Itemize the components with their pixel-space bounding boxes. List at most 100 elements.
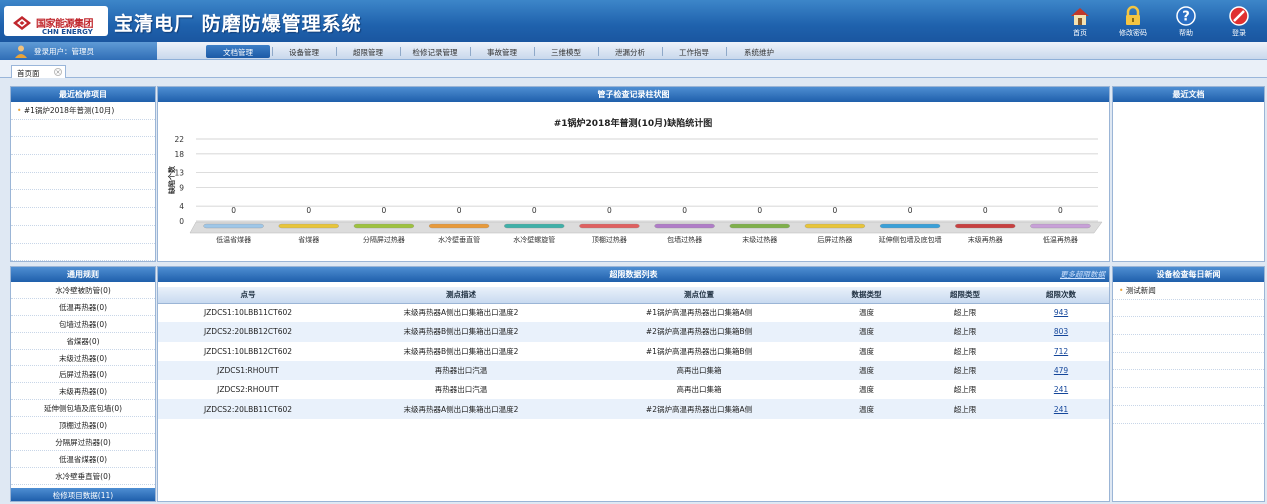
empty-row <box>11 244 155 261</box>
cell-point-id: JZDCS2:20LBB11CT602 <box>158 399 338 419</box>
bar-value-label: 0 <box>833 206 838 215</box>
cell-limit-type: 超上限 <box>919 399 1011 419</box>
chart-panel-title: 管子检查记录柱状图 <box>158 87 1109 102</box>
cell-point-desc: 末级再热器B侧出口集箱出口温度2 <box>403 346 519 356</box>
bar-value-label: 0 <box>382 206 387 215</box>
nav-separator <box>272 47 273 56</box>
cell-limit-count-link[interactable]: 241 <box>1011 399 1109 419</box>
bar-value-label: 0 <box>607 206 612 215</box>
chart-bar <box>804 223 866 229</box>
bullet-icon: • <box>1119 286 1126 295</box>
bar-value-label: 0 <box>532 206 537 215</box>
chart-panel: 管子检查记录柱状图 #1锅炉2018年普测(10月)缺陷统计图 0 4 9 13 18 22… <box>157 86 1110 262</box>
rule-item[interactable]: 包墙过热器(0) <box>11 316 155 333</box>
empty-row <box>11 137 155 156</box>
rule-item[interactable]: 分隔屏过热器(0) <box>11 434 155 451</box>
empty-row <box>1113 317 1264 336</box>
list-item[interactable]: • 测试新闻 <box>1113 282 1264 300</box>
chart-bar <box>879 223 941 229</box>
rule-item[interactable]: 顶棚过热器(0) <box>11 417 155 435</box>
cell-limit-type: 超上限 <box>953 346 977 356</box>
x-tick-label: 后屏过热器 <box>817 235 852 244</box>
logout-button[interactable]: 登录 <box>1218 3 1260 39</box>
col-point-id: 点号 <box>158 287 338 304</box>
cell-limit-count-link[interactable]: 943 <box>1011 303 1109 322</box>
help-button[interactable]: ? 帮助 <box>1165 3 1207 39</box>
empty-row <box>1113 335 1264 353</box>
x-tick-label: 分隔屏过热器 <box>363 235 405 244</box>
nav-work-guide[interactable]: 工作指导 <box>664 45 724 58</box>
change-password-button[interactable]: 修改密码 <box>1112 3 1154 39</box>
empty-row <box>1113 406 1264 424</box>
nav-accident-management[interactable]: 事故管理 <box>472 45 532 58</box>
rule-item[interactable]: 末级过热器(0) <box>11 350 155 367</box>
help-label: 帮助 <box>1179 29 1193 37</box>
cell-data-type: 温度 <box>814 399 919 419</box>
nav-leak-analysis[interactable]: 泄漏分析 <box>600 45 660 58</box>
nav-3d-model[interactable]: 三维模型 <box>536 45 596 58</box>
bar-value-label: 0 <box>231 206 236 215</box>
col-point-desc: 测点描述 <box>338 287 584 304</box>
nav-separator <box>598 47 599 56</box>
table-header-row: 点号 测点描述 测点位置 数据类型 超限类型 超限次数 <box>158 287 1109 304</box>
cell-point-location: #2锅炉高温再热器出口集箱B侧 <box>584 322 814 342</box>
cell-point-id: JZDCS1:10LBB11CT602 <box>203 308 293 318</box>
rule-item[interactable]: 水冷壁被防管(0) <box>11 282 155 299</box>
cell-point-id: JZDCS2:20LBB12CT602 <box>158 322 338 342</box>
cell-limit-count-link[interactable]: 241 <box>1011 380 1109 399</box>
rule-item[interactable]: 低温省煤器(0) <box>11 451 155 468</box>
col-point-location: 测点位置 <box>584 287 814 304</box>
nav-separator <box>336 47 337 56</box>
repair-data-footer[interactable]: 检修项目数据(11) <box>11 488 155 501</box>
x-tick-label: 水冷壁螺旋管 <box>513 235 555 244</box>
cell-point-location: #2锅炉高温再热器出口集箱A侧 <box>584 399 814 419</box>
nav-equipment-management[interactable]: 设备管理 <box>274 45 334 58</box>
empty-row <box>11 226 155 244</box>
cell-data-type: 温度 <box>814 360 919 381</box>
y-tick-label: 9 <box>179 183 184 192</box>
bar-value-label: 0 <box>682 206 687 215</box>
tab-home[interactable]: 首页面 × <box>11 65 66 78</box>
rule-item[interactable]: 延伸侧包墙及底包墙(0) <box>11 400 155 418</box>
over-limit-table: 点号 测点描述 测点位置 数据类型 超限类型 超限次数 JZDCS1:10LBB… <box>158 287 1109 419</box>
close-icon[interactable]: × <box>54 68 62 76</box>
tab-bar: 首页面 × <box>0 60 1267 78</box>
y-tick-label: 0 <box>179 217 184 226</box>
x-tick-label: 低温再热器 <box>1043 235 1078 244</box>
x-tick-label: 末级再热器 <box>968 235 1003 244</box>
x-tick-label: 包墙过热器 <box>667 235 702 244</box>
x-tick-label: 水冷壁垂直管 <box>438 235 480 244</box>
nav-doc-management[interactable]: 文档管理 <box>206 45 270 58</box>
cell-point-location: #1锅炉高温再热器出口集箱B侧 <box>645 346 753 356</box>
cell-limit-count-link[interactable]: 712 <box>1011 342 1109 361</box>
cell-data-type: 温度 <box>859 385 874 395</box>
bar-value-label: 0 <box>306 206 311 215</box>
cell-limit-count-link[interactable]: 479 <box>1011 360 1109 381</box>
x-tick-label: 延伸侧包墙及底包墙 <box>879 235 942 244</box>
nav-repair-records[interactable]: 检修记录管理 <box>402 45 468 58</box>
rule-item[interactable]: 省煤器(0) <box>11 333 155 350</box>
bar-value-label: 0 <box>1058 206 1063 215</box>
list-item[interactable]: • #1锅炉2018年普测(10月) <box>11 102 155 120</box>
defect-bar-chart: #1锅炉2018年普测(10月)缺陷统计图049131822缺陷个数0低温省煤器… <box>167 117 1103 244</box>
rule-item[interactable]: 低温再热器(0) <box>11 299 155 316</box>
y-axis-label: 缺陷个数 <box>167 165 176 195</box>
cell-limit-type: 超上限 <box>953 385 977 395</box>
rule-item[interactable]: 后屏过热器(0) <box>11 366 155 384</box>
rules-panel: 通用规则 水冷壁被防管(0) 低温再热器(0) 包墙过热器(0) 省煤器(0) … <box>10 266 156 502</box>
more-data-link[interactable]: 更多超限数据 <box>1060 269 1105 280</box>
rule-item[interactable]: 水冷壁垂直管(0) <box>11 468 155 485</box>
daily-news-panel: 设备检查每日新闻 • 测试新闻 <box>1112 266 1265 502</box>
home-icon <box>1071 8 1089 25</box>
nav-system-maintenance[interactable]: 系统维护 <box>728 45 790 58</box>
cell-limit-count-link[interactable]: 803 <box>1011 322 1109 342</box>
nav-limit-management[interactable]: 超限管理 <box>338 45 398 58</box>
x-tick-label: 顶棚过热器 <box>592 235 627 244</box>
cell-data-type: 温度 <box>859 308 874 318</box>
home-button[interactable]: 首页 <box>1059 3 1101 39</box>
tab-home-label: 首页面 <box>17 69 40 78</box>
user-label: 登录用户：管理员 <box>34 47 94 56</box>
chart-bar <box>203 223 264 229</box>
rule-item[interactable]: 末级再热器(0) <box>11 383 155 401</box>
table-row: JZDCS1:10LBB12CT602 末级再热器B侧出口集箱出口温度2 #1锅… <box>158 342 1109 361</box>
